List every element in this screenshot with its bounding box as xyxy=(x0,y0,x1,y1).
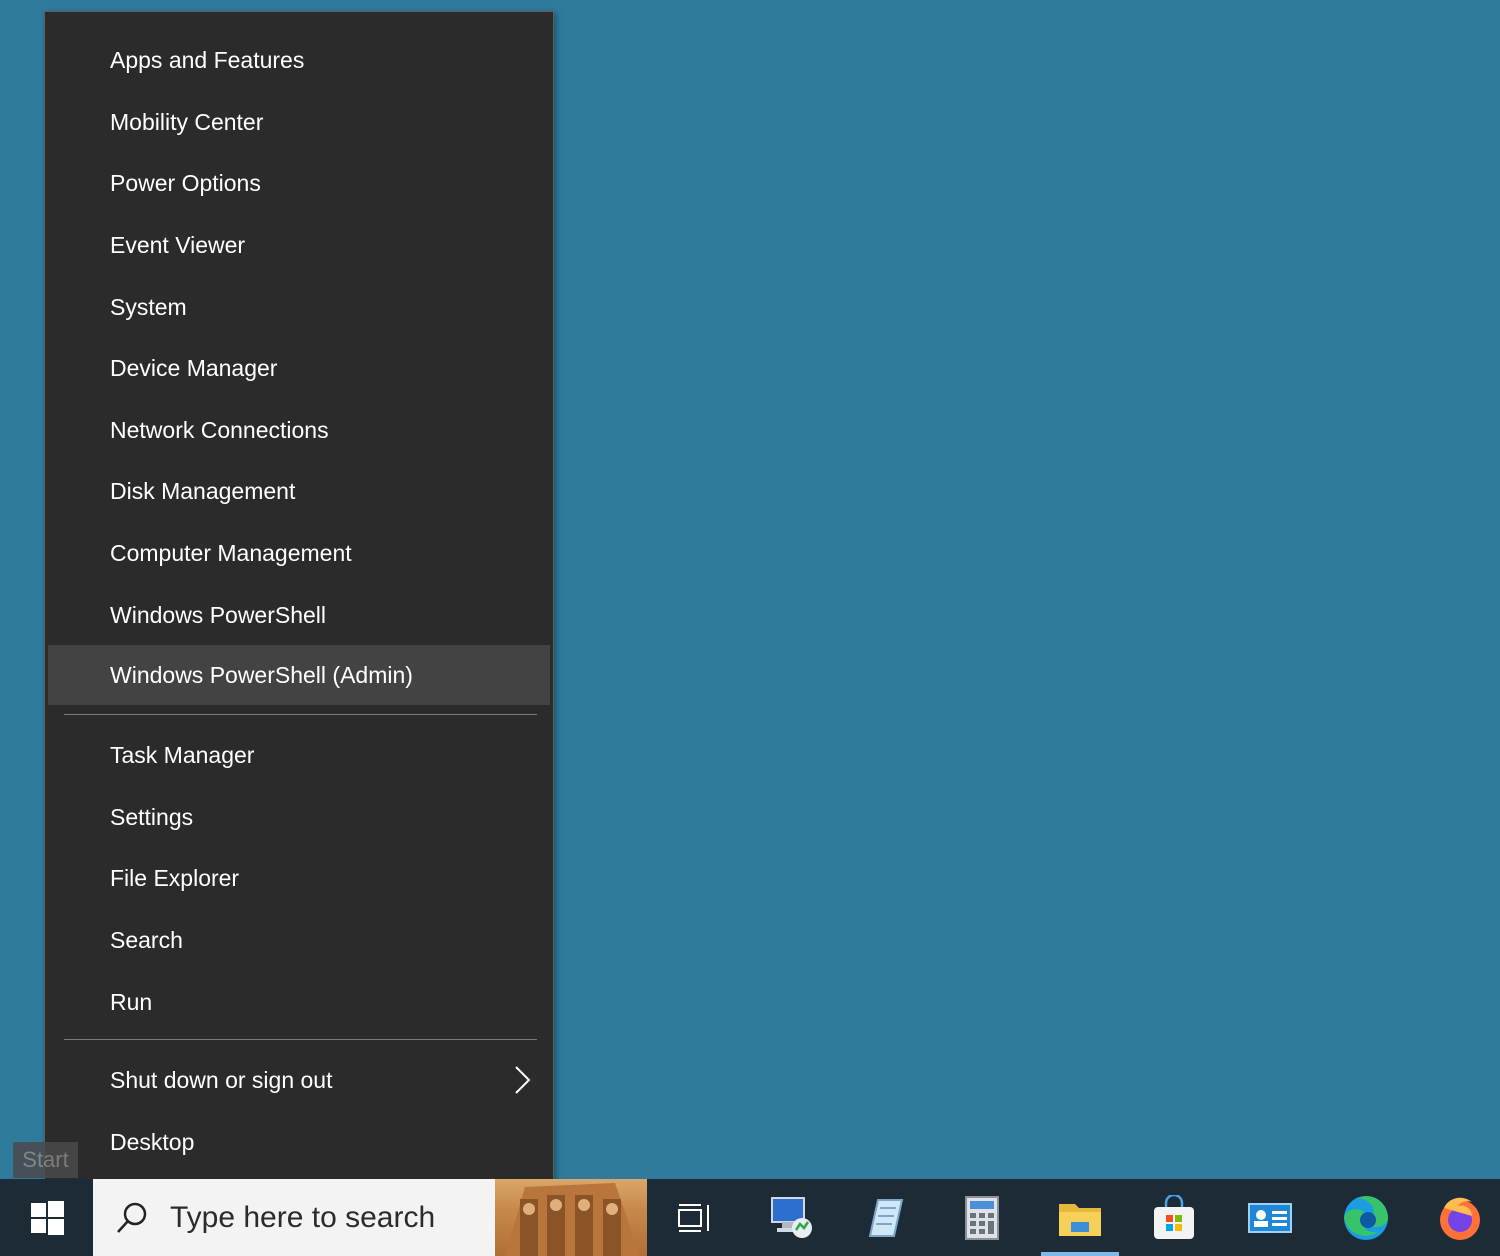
menu-item-label: Windows PowerShell xyxy=(110,601,327,628)
taskbar: Type here to search xyxy=(0,1179,1500,1256)
chevron-right-icon xyxy=(515,1066,531,1094)
search-highlight-image xyxy=(495,1179,647,1256)
task-view-button[interactable] xyxy=(654,1179,734,1256)
menu-item-windows-powershell-admin[interactable]: Windows PowerShell (Admin) xyxy=(48,645,550,705)
menu-separator xyxy=(64,1039,537,1040)
menu-item-device-manager[interactable]: Device Manager xyxy=(48,338,550,398)
menu-item-desktop[interactable]: Desktop xyxy=(48,1112,550,1172)
menu-item-computer-management[interactable]: Computer Management xyxy=(48,523,550,583)
file-explorer-button[interactable] xyxy=(1040,1179,1120,1256)
winx-context-menu: Apps and Features Mobility Center Power … xyxy=(44,11,554,1186)
start-button[interactable] xyxy=(0,1179,93,1256)
remote-desktop-icon xyxy=(771,1196,812,1238)
contact-card-icon xyxy=(1248,1202,1292,1233)
menu-item-power-options[interactable]: Power Options xyxy=(48,153,550,213)
menu-item-label: Run xyxy=(110,988,153,1015)
menu-item-label: Search xyxy=(110,926,183,953)
edge-button[interactable] xyxy=(1326,1179,1406,1256)
menu-item-label: Event Viewer xyxy=(110,231,246,258)
firefox-button[interactable] xyxy=(1420,1179,1500,1256)
menu-item-run[interactable]: Run xyxy=(48,972,550,1032)
menu-item-network-connections[interactable]: Network Connections xyxy=(48,400,550,460)
menu-item-windows-powershell[interactable]: Windows PowerShell xyxy=(48,585,550,645)
menu-item-label: Disk Management xyxy=(110,477,296,504)
menu-item-event-viewer[interactable]: Event Viewer xyxy=(48,215,550,275)
notepad-button[interactable] xyxy=(846,1179,926,1256)
file-explorer-active-indicator xyxy=(1041,1252,1119,1256)
menu-item-label: Computer Management xyxy=(110,539,352,566)
calculator-button[interactable] xyxy=(942,1179,1022,1256)
start-tooltip: Start xyxy=(13,1142,78,1178)
edge-icon xyxy=(1344,1195,1388,1240)
tooltip-text: Start xyxy=(22,1147,69,1172)
notepad-icon xyxy=(868,1198,904,1237)
file-explorer-icon xyxy=(1059,1203,1101,1236)
menu-item-settings[interactable]: Settings xyxy=(48,787,550,847)
menu-item-label: Shut down or sign out xyxy=(110,1066,333,1093)
contact-card-button[interactable] xyxy=(1230,1179,1310,1256)
menu-item-label: System xyxy=(110,293,187,320)
menu-item-label: Mobility Center xyxy=(110,108,264,135)
menu-item-label: Device Manager xyxy=(110,354,278,381)
menu-item-task-manager[interactable]: Task Manager xyxy=(48,725,550,785)
menu-item-label: Task Manager xyxy=(110,741,255,768)
menu-item-label: Power Options xyxy=(110,169,261,196)
menu-item-label: Desktop xyxy=(110,1128,195,1155)
menu-item-mobility-center[interactable]: Mobility Center xyxy=(48,92,550,152)
microsoft-store-icon xyxy=(1154,1194,1194,1239)
menu-item-label: File Explorer xyxy=(110,864,240,891)
menu-item-system[interactable]: System xyxy=(48,277,550,337)
menu-item-label: Windows PowerShell (Admin) xyxy=(110,661,413,688)
taskbar-search-box[interactable]: Type here to search xyxy=(93,1179,647,1256)
menu-item-apps-and-features[interactable]: Apps and Features xyxy=(48,30,550,90)
menu-item-label: Apps and Features xyxy=(110,46,305,73)
task-view-icon xyxy=(678,1203,709,1232)
microsoft-store-button[interactable] xyxy=(1134,1179,1214,1256)
search-icon xyxy=(117,1202,147,1233)
search-placeholder: Type here to search xyxy=(170,1201,436,1234)
firefox-icon xyxy=(1440,1197,1480,1240)
menu-item-label: Network Connections xyxy=(110,416,329,443)
menu-item-label: Settings xyxy=(110,803,194,830)
menu-item-shut-down-or-sign-out[interactable]: Shut down or sign out xyxy=(48,1050,550,1110)
windows-logo-icon xyxy=(30,1200,64,1235)
menu-item-file-explorer[interactable]: File Explorer xyxy=(48,848,550,908)
menu-separator xyxy=(64,714,537,715)
menu-item-search[interactable]: Search xyxy=(48,910,550,970)
remote-desktop-button[interactable] xyxy=(752,1179,832,1256)
calculator-icon xyxy=(965,1195,999,1240)
menu-item-disk-management[interactable]: Disk Management xyxy=(48,461,550,521)
